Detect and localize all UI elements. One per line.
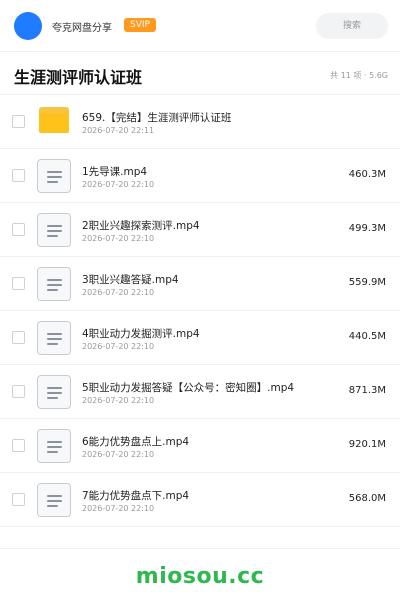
select-checkbox[interactable] bbox=[12, 223, 25, 236]
item-size: 871.3M bbox=[348, 385, 386, 396]
item-name: 7能力优势盘点下.mp4 bbox=[82, 490, 190, 502]
watermark: miosou.cc bbox=[135, 564, 265, 589]
top-bar: 夸克网盘分享 SVIP 搜索 bbox=[0, 0, 400, 52]
document-icon bbox=[37, 213, 71, 247]
select-checkbox[interactable] bbox=[12, 331, 25, 344]
item-name: 6能力优势盘点上.mp4 bbox=[82, 436, 190, 448]
item-name: 1先导课.mp4 bbox=[82, 166, 148, 178]
item-date: 2026-07-20 22:10 bbox=[82, 180, 155, 189]
list-item[interactable]: 7能力优势盘点下.mp4 2026-07-20 22:10 568.0M bbox=[0, 473, 400, 527]
list-item[interactable]: 5职业动力发掘答疑【公众号：密知圈】.mp4 2026-07-20 22:10 … bbox=[0, 365, 400, 419]
file-list: 659.【完结】生涯测评师认证班 2026-07-20 22:11 1先导课.m… bbox=[0, 95, 400, 527]
document-icon bbox=[37, 321, 71, 355]
document-icon bbox=[37, 375, 71, 409]
item-date: 2026-07-20 22:10 bbox=[82, 288, 155, 297]
list-item[interactable]: 2职业兴趣探索测评.mp4 2026-07-20 22:10 499.3M bbox=[0, 203, 400, 257]
list-item[interactable]: 6能力优势盘点上.mp4 2026-07-20 22:10 920.1M bbox=[0, 419, 400, 473]
select-checkbox[interactable] bbox=[12, 439, 25, 452]
select-checkbox[interactable] bbox=[12, 493, 25, 506]
select-checkbox[interactable] bbox=[12, 385, 25, 398]
item-date: 2026-07-20 22:10 bbox=[82, 450, 155, 459]
avatar[interactable] bbox=[14, 12, 42, 40]
select-checkbox[interactable] bbox=[12, 169, 25, 182]
item-date: 2026-07-20 22:10 bbox=[82, 234, 155, 243]
document-icon bbox=[37, 159, 71, 193]
list-item[interactable]: 3职业兴趣答疑.mp4 2026-07-20 22:10 559.9M bbox=[0, 257, 400, 311]
select-checkbox[interactable] bbox=[12, 115, 25, 128]
item-date: 2026-07-20 22:10 bbox=[82, 504, 155, 513]
item-size: 920.1M bbox=[348, 439, 386, 450]
item-size: 460.3M bbox=[348, 169, 386, 180]
item-size: 568.0M bbox=[348, 493, 386, 504]
document-icon bbox=[37, 483, 71, 517]
sharer-name: 夸克网盘分享 bbox=[52, 23, 112, 34]
list-item[interactable]: 659.【完结】生涯测评师认证班 2026-07-20 22:11 bbox=[0, 95, 400, 149]
select-checkbox[interactable] bbox=[12, 277, 25, 290]
item-size: 499.3M bbox=[348, 223, 386, 234]
item-name: 4职业动力发掘测评.mp4 bbox=[82, 328, 200, 340]
item-size: 440.5M bbox=[348, 331, 386, 342]
folder-icon bbox=[39, 107, 69, 133]
item-date: 2026-07-20 22:10 bbox=[82, 396, 155, 405]
document-icon bbox=[37, 429, 71, 463]
item-name: 659.【完结】生涯测评师认证班 bbox=[82, 112, 232, 124]
page-title: 生涯测评师认证班 bbox=[14, 68, 143, 87]
item-date: 2026-07-20 22:11 bbox=[82, 126, 155, 135]
item-summary: 共 11 项 · 5.6G bbox=[330, 71, 388, 80]
item-name: 2职业兴趣探索测评.mp4 bbox=[82, 220, 200, 232]
list-item[interactable]: 4职业动力发掘测评.mp4 2026-07-20 22:10 440.5M bbox=[0, 311, 400, 365]
list-item[interactable]: 1先导课.mp4 2026-07-20 22:10 460.3M bbox=[0, 149, 400, 203]
document-icon bbox=[37, 267, 71, 301]
search-input[interactable]: 搜索 bbox=[316, 13, 388, 39]
item-name: 3职业兴趣答疑.mp4 bbox=[82, 274, 179, 286]
item-size: 559.9M bbox=[348, 277, 386, 288]
item-name: 5职业动力发掘答疑【公众号：密知圈】.mp4 bbox=[82, 382, 295, 394]
item-date: 2026-07-20 22:10 bbox=[82, 342, 155, 351]
svip-badge: SVIP bbox=[124, 18, 156, 32]
